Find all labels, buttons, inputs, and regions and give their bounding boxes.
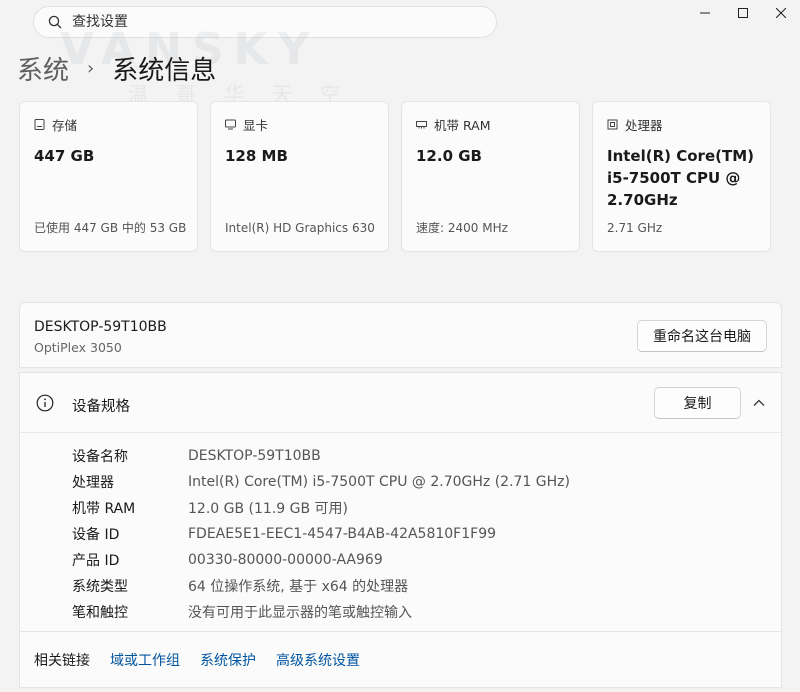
card-value: 128 MB <box>225 147 288 165</box>
spec-label: 处理器 <box>72 475 114 491</box>
spec-label: 机带 RAM <box>72 501 136 517</box>
spec-value: 没有可用于此显示器的笔或触控输入 <box>188 605 412 621</box>
card-title: 显卡 <box>243 118 269 133</box>
device-specs-panel: 设备规格 复制 设备名称 DESKTOP-59T10BB 处理器 Intel(R… <box>19 372 782 632</box>
card-value: 447 GB <box>34 147 95 165</box>
spec-row: 设备名称 DESKTOP-59T10BB <box>72 443 781 469</box>
card-value: Intel(R) Core(TM) i5-7500T CPU @ 2.70GHz <box>607 147 754 209</box>
card-title: 存储 <box>52 118 78 133</box>
spec-row: 设备 ID FDEAE5E1-EEC1-4547-B4AB-42A5810F1F… <box>72 521 781 547</box>
spec-value: 64 位操作系统, 基于 x64 的处理器 <box>188 579 409 595</box>
card-value: 12.0 GB <box>416 147 482 165</box>
card-title: 处理器 <box>625 118 663 133</box>
spec-label: 设备名称 <box>72 449 128 465</box>
copy-button[interactable]: 复制 <box>654 387 741 419</box>
device-name: DESKTOP-59T10BB <box>34 319 167 335</box>
minimize-button[interactable] <box>686 0 724 26</box>
processor-icon <box>607 119 618 130</box>
card-title: 机带 RAM <box>434 118 491 133</box>
ram-icon <box>416 121 427 129</box>
spec-value: 12.0 GB (11.9 GB 可用) <box>188 501 348 517</box>
storage-icon <box>34 119 45 130</box>
minimize-icon <box>700 12 710 14</box>
maximize-icon <box>738 8 748 18</box>
spec-value: 00330-80000-00000-AA969 <box>188 552 383 568</box>
breadcrumb-separator: › <box>87 58 95 79</box>
card-subtitle: Intel(R) HD Graphics 630 <box>225 221 375 235</box>
display-card-icon <box>225 119 236 130</box>
spec-row: 笔和触控 没有可用于此显示器的笔或触控输入 <box>72 599 781 625</box>
info-icon <box>36 394 54 412</box>
maximize-button[interactable] <box>724 0 762 26</box>
specs-list: 设备名称 DESKTOP-59T10BB 处理器 Intel(R) Core(T… <box>20 433 781 625</box>
storage-card[interactable]: 存储 447 GB 已使用 447 GB 中的 53 GB <box>19 101 198 252</box>
specs-title: 设备规格 <box>72 399 130 415</box>
display-card[interactable]: 显卡 128 MB Intel(R) HD Graphics 630 <box>210 101 389 252</box>
close-icon <box>776 8 786 18</box>
related-links: 相关链接 域或工作组 系统保护 高级系统设置 <box>19 632 782 688</box>
spec-row: 系统类型 64 位操作系统, 基于 x64 的处理器 <box>72 573 781 599</box>
link-domain-workgroup[interactable]: 域或工作组 <box>110 650 180 670</box>
device-specs-header[interactable]: 设备规格 复制 <box>20 373 781 433</box>
spec-label: 设备 ID <box>72 527 120 543</box>
summary-cards: 存储 447 GB 已使用 447 GB 中的 53 GB 显卡 128 MB … <box>19 101 771 252</box>
related-links-label: 相关链接 <box>34 652 90 669</box>
spec-row: 产品 ID 00330-80000-00000-AA969 <box>72 547 781 573</box>
processor-card[interactable]: 处理器 Intel(R) Core(TM) i5-7500T CPU @ 2.7… <box>592 101 771 252</box>
card-subtitle: 速度: 2400 MHz <box>416 221 508 235</box>
spec-value: FDEAE5E1-EEC1-4547-B4AB-42A5810F1F99 <box>188 526 497 542</box>
card-subtitle: 已使用 447 GB 中的 53 GB <box>34 221 187 235</box>
spec-row: 处理器 Intel(R) Core(TM) i5-7500T CPU @ 2.7… <box>72 469 781 495</box>
link-system-protection[interactable]: 系统保护 <box>200 650 256 670</box>
spec-label: 系统类型 <box>72 579 128 595</box>
ram-card[interactable]: 机带 RAM 12.0 GB 速度: 2400 MHz <box>401 101 580 252</box>
rename-pc-button[interactable]: 重命名这台电脑 <box>637 320 767 352</box>
breadcrumb-parent[interactable]: 系统 <box>17 50 69 87</box>
spec-value: Intel(R) Core(TM) i5-7500T CPU @ 2.70GHz… <box>188 474 570 490</box>
chevron-up-icon[interactable] <box>753 398 765 408</box>
spec-label: 笔和触控 <box>72 605 128 621</box>
link-advanced-system-settings[interactable]: 高级系统设置 <box>276 650 360 670</box>
device-model: OptiPlex 3050 <box>34 340 122 355</box>
device-panel: DESKTOP-59T10BB OptiPlex 3050 重命名这台电脑 <box>19 302 782 368</box>
page-title: 系统信息 <box>112 56 217 86</box>
spec-row: 机带 RAM 12.0 GB (11.9 GB 可用) <box>72 495 781 521</box>
spec-label: 产品 ID <box>72 553 120 569</box>
breadcrumb: 系统 › 系统信息 <box>17 50 216 87</box>
close-button[interactable] <box>762 0 800 26</box>
spec-value: DESKTOP-59T10BB <box>188 448 321 464</box>
window-controls <box>686 0 800 26</box>
card-subtitle: 2.71 GHz <box>607 221 663 235</box>
